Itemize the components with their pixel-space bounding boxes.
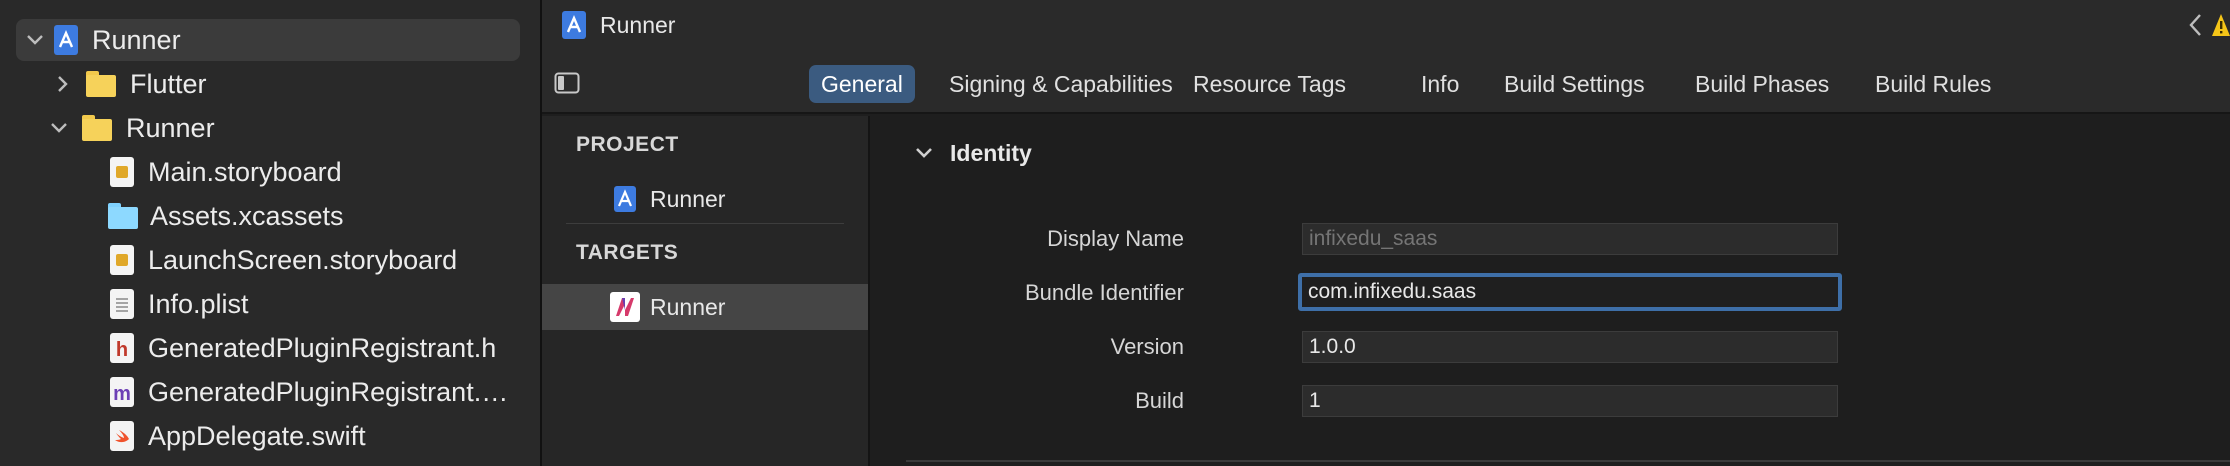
target-item-label: Runner — [650, 293, 726, 320]
chevron-down-icon[interactable] — [48, 117, 70, 139]
nav-item-runner-folder[interactable]: Runner — [16, 107, 520, 149]
identity-section-title: Identity — [950, 139, 1032, 166]
warning-icon[interactable] — [2212, 12, 2230, 43]
xcode-project-icon — [614, 186, 636, 212]
project-navigator: Runner Flutter Runner Main.storyboard As… — [0, 0, 540, 466]
version-label: Version — [1110, 334, 1184, 359]
xcode-project-icon — [562, 11, 586, 39]
nav-item-label: Main.storyboard — [148, 156, 342, 187]
nav-item-runner-project[interactable]: Runner — [16, 19, 520, 61]
tab-resource-tags[interactable]: Resource Tags — [1193, 65, 1346, 103]
nav-item-main-storyboard[interactable]: Main.storyboard — [16, 151, 520, 193]
general-settings-editor: Identity Display Name Bundle Identifier … — [870, 116, 2230, 466]
build-field[interactable] — [1302, 385, 1838, 417]
project-item-label: Runner — [650, 185, 726, 212]
identity-section-header[interactable]: Identity — [916, 138, 1032, 168]
nav-item-label: LaunchScreen.storyboard — [148, 244, 458, 275]
targets-section-header: TARGETS — [576, 241, 679, 264]
nav-item-label: AppDelegate.swift — [148, 420, 366, 451]
nav-item-appdelegate-swift[interactable]: AppDelegate.swift — [16, 415, 520, 457]
build-label: Build — [1135, 388, 1184, 413]
editor-title[interactable]: Runner — [600, 12, 675, 39]
app-target-icon — [610, 292, 640, 322]
project-item-runner[interactable]: Runner — [542, 176, 868, 222]
sidebar-toggle-icon[interactable] — [554, 72, 580, 99]
chevron-right-icon[interactable] — [52, 73, 74, 95]
bundle-identifier-field[interactable] — [1298, 273, 1842, 311]
nav-item-label: Flutter — [130, 68, 207, 99]
tab-signing-capabilities[interactable]: Signing & Capabilities — [949, 65, 1173, 103]
storyboard-file-icon — [110, 245, 134, 275]
back-chevron-icon[interactable] — [2188, 13, 2202, 42]
nav-item-label: Runner — [92, 24, 181, 55]
tab-build-phases[interactable]: Build Phases — [1695, 65, 1829, 103]
nav-item-label: GeneratedPluginRegistrant.… — [148, 376, 509, 407]
nav-item-flutter-folder[interactable]: Flutter — [16, 63, 520, 105]
nav-item-label: Assets.xcassets — [150, 200, 344, 231]
target-item-runner[interactable]: Runner — [542, 284, 868, 330]
editor-jump-bar: Runner — [542, 0, 2230, 50]
chevron-down-icon[interactable] — [916, 148, 932, 158]
asset-catalog-icon — [108, 203, 138, 229]
xcode-project-icon — [54, 25, 78, 55]
svg-text:m: m — [113, 383, 131, 405]
folder-icon — [86, 71, 116, 97]
version-field[interactable] — [1302, 331, 1838, 363]
nav-item-launchscreen-storyboard[interactable]: LaunchScreen.storyboard — [16, 239, 520, 281]
display-name-label: Display Name — [1047, 226, 1184, 251]
nav-item-generated-plugin-registrant-m[interactable]: m GeneratedPluginRegistrant.… — [16, 371, 520, 413]
storyboard-file-icon — [110, 157, 134, 187]
tab-general[interactable]: General — [809, 65, 915, 103]
nav-item-info-plist[interactable]: Info.plist — [16, 283, 520, 325]
bundle-identifier-label: Bundle Identifier — [1025, 280, 1184, 305]
nav-item-assets[interactable]: Assets.xcassets — [16, 195, 520, 237]
chevron-down-icon[interactable] — [24, 29, 46, 51]
nav-item-label: Info.plist — [148, 288, 249, 319]
header-file-icon: h — [110, 333, 134, 363]
section-divider — [906, 460, 2230, 462]
nav-item-label: Runner — [126, 112, 215, 143]
plist-file-icon — [110, 289, 134, 319]
project-targets-list: PROJECT Runner TARGETS Runner — [542, 116, 868, 466]
svg-text:h: h — [116, 339, 128, 361]
tab-build-settings[interactable]: Build Settings — [1504, 65, 1645, 103]
display-name-field[interactable] — [1302, 223, 1838, 255]
nav-item-generated-plugin-registrant-h[interactable]: h GeneratedPluginRegistrant.h — [16, 327, 520, 369]
tab-build-rules[interactable]: Build Rules — [1875, 65, 1991, 103]
objc-file-icon: m — [110, 377, 134, 407]
nav-item-label: GeneratedPluginRegistrant.h — [148, 332, 497, 363]
swift-file-icon — [110, 421, 134, 451]
section-divider — [566, 223, 844, 224]
editor-tab-bar: General Signing & Capabilities Resource … — [542, 50, 2230, 114]
project-section-header: PROJECT — [576, 133, 679, 156]
folder-icon — [82, 115, 112, 141]
tab-info[interactable]: Info — [1421, 65, 1459, 103]
